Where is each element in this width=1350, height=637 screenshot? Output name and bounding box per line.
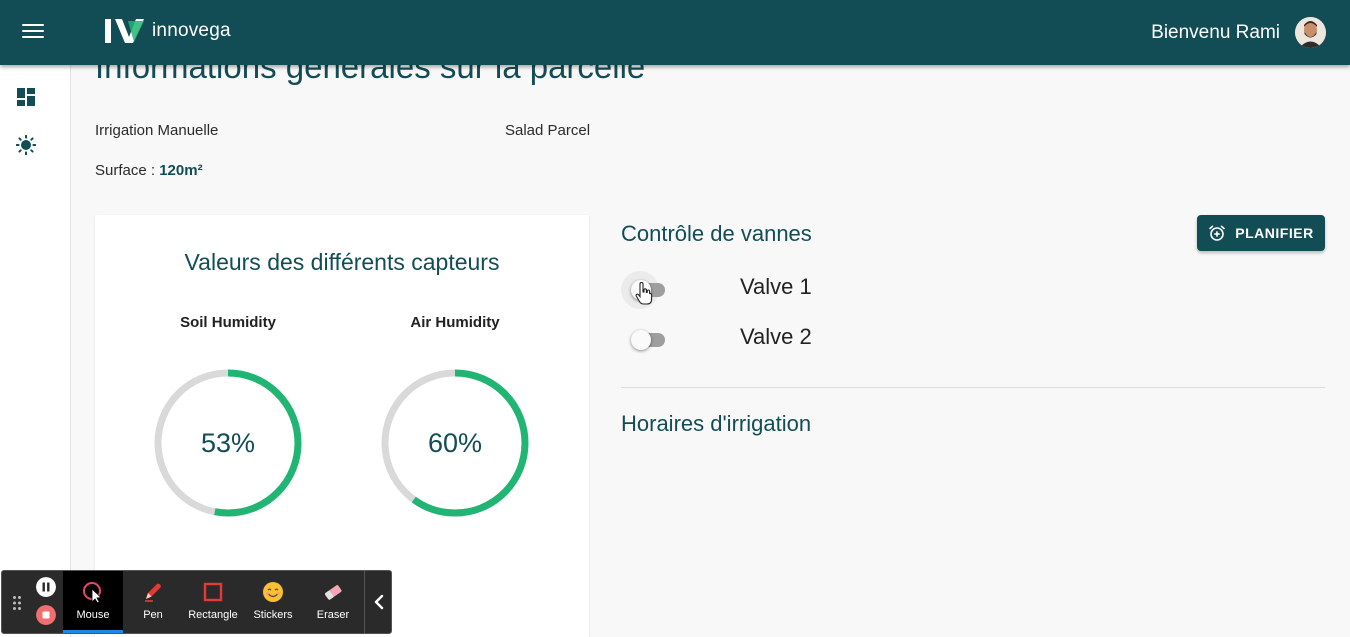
- tool-mouse-label: Mouse: [76, 609, 110, 621]
- valve-1-label: Valve 1: [740, 274, 812, 299]
- tool-stickers-label: Stickers: [253, 609, 293, 621]
- sensors-card-title: Valeurs des différents capteurs: [184, 249, 500, 275]
- collapse-toolbar-button[interactable]: [364, 571, 392, 633]
- surface-info: Surface : 120m²: [95, 162, 203, 179]
- tool-stickers[interactable]: Stickers: [243, 571, 303, 633]
- rectangle-icon: [203, 582, 223, 602]
- top-app-bar: innovega Bienvenu Rami: [0, 0, 1350, 65]
- sun-icon[interactable]: [16, 135, 36, 155]
- parcel-name: Salad Parcel: [505, 122, 591, 139]
- air-humidity-label: Air Humidity: [410, 314, 500, 331]
- planifier-label: PLANIFIER: [1235, 225, 1314, 241]
- irrigation-schedule-title: Horaires d'irrigation: [621, 411, 812, 436]
- brand-logo[interactable]: innovega: [104, 18, 231, 44]
- irrigation-mode: Irrigation Manuelle: [95, 122, 219, 139]
- tool-eraser-label: Eraser: [316, 609, 350, 621]
- logo-mark-icon: [105, 19, 144, 43]
- soil-humidity-value: 53%: [200, 427, 256, 458]
- valve-2-toggle[interactable]: [631, 330, 667, 350]
- side-navigation: [0, 65, 71, 637]
- drag-handle-icon[interactable]: [12, 595, 22, 611]
- page-scrollbar[interactable]: [1342, 65, 1350, 637]
- chevron-left-icon: [374, 594, 383, 610]
- surface-label: Surface :: [95, 162, 156, 179]
- pen-icon: [145, 583, 161, 602]
- section-divider: [621, 387, 1325, 388]
- recording-toolbar: Mouse Pen Rectangle Stickers Eraser: [1, 570, 392, 634]
- brand-name: innovega: [152, 20, 231, 41]
- avatar-icon: [1295, 17, 1326, 48]
- tool-mouse[interactable]: Mouse: [63, 571, 123, 633]
- eraser-icon: [325, 585, 342, 600]
- smiley-sticker-icon: [263, 582, 283, 602]
- user-avatar[interactable]: [1295, 17, 1326, 48]
- tool-pen[interactable]: Pen: [123, 571, 183, 633]
- hamburger-menu-icon[interactable]: [22, 24, 44, 42]
- tool-eraser[interactable]: Eraser: [303, 571, 363, 633]
- hand-pointer-cursor-icon: [635, 282, 653, 305]
- air-humidity-gauge: 60%: [377, 365, 533, 521]
- tool-pen-label: Pen: [143, 609, 163, 621]
- alarm-add-icon: [1209, 225, 1226, 241]
- pause-icon[interactable]: [36, 577, 56, 597]
- dashboard-icon[interactable]: [16, 87, 36, 107]
- greeting-text: Bienvenu Rami: [1151, 22, 1280, 43]
- mouse-cursor-icon: [83, 582, 102, 603]
- soil-humidity-label: Soil Humidity: [180, 314, 276, 331]
- planifier-button[interactable]: PLANIFIER: [1197, 215, 1325, 251]
- toggle-thumb: [631, 330, 651, 350]
- soil-humidity-gauge: 53%: [150, 365, 306, 521]
- valve-control-title: Contrôle de vannes: [621, 221, 812, 246]
- tool-rectangle[interactable]: Rectangle: [183, 571, 243, 633]
- valve-2-label: Valve 2: [740, 324, 812, 349]
- tool-rectangle-label: Rectangle: [188, 609, 238, 621]
- surface-value: 120m²: [159, 162, 203, 179]
- stop-icon[interactable]: [36, 605, 56, 625]
- air-humidity-value: 60%: [427, 427, 483, 458]
